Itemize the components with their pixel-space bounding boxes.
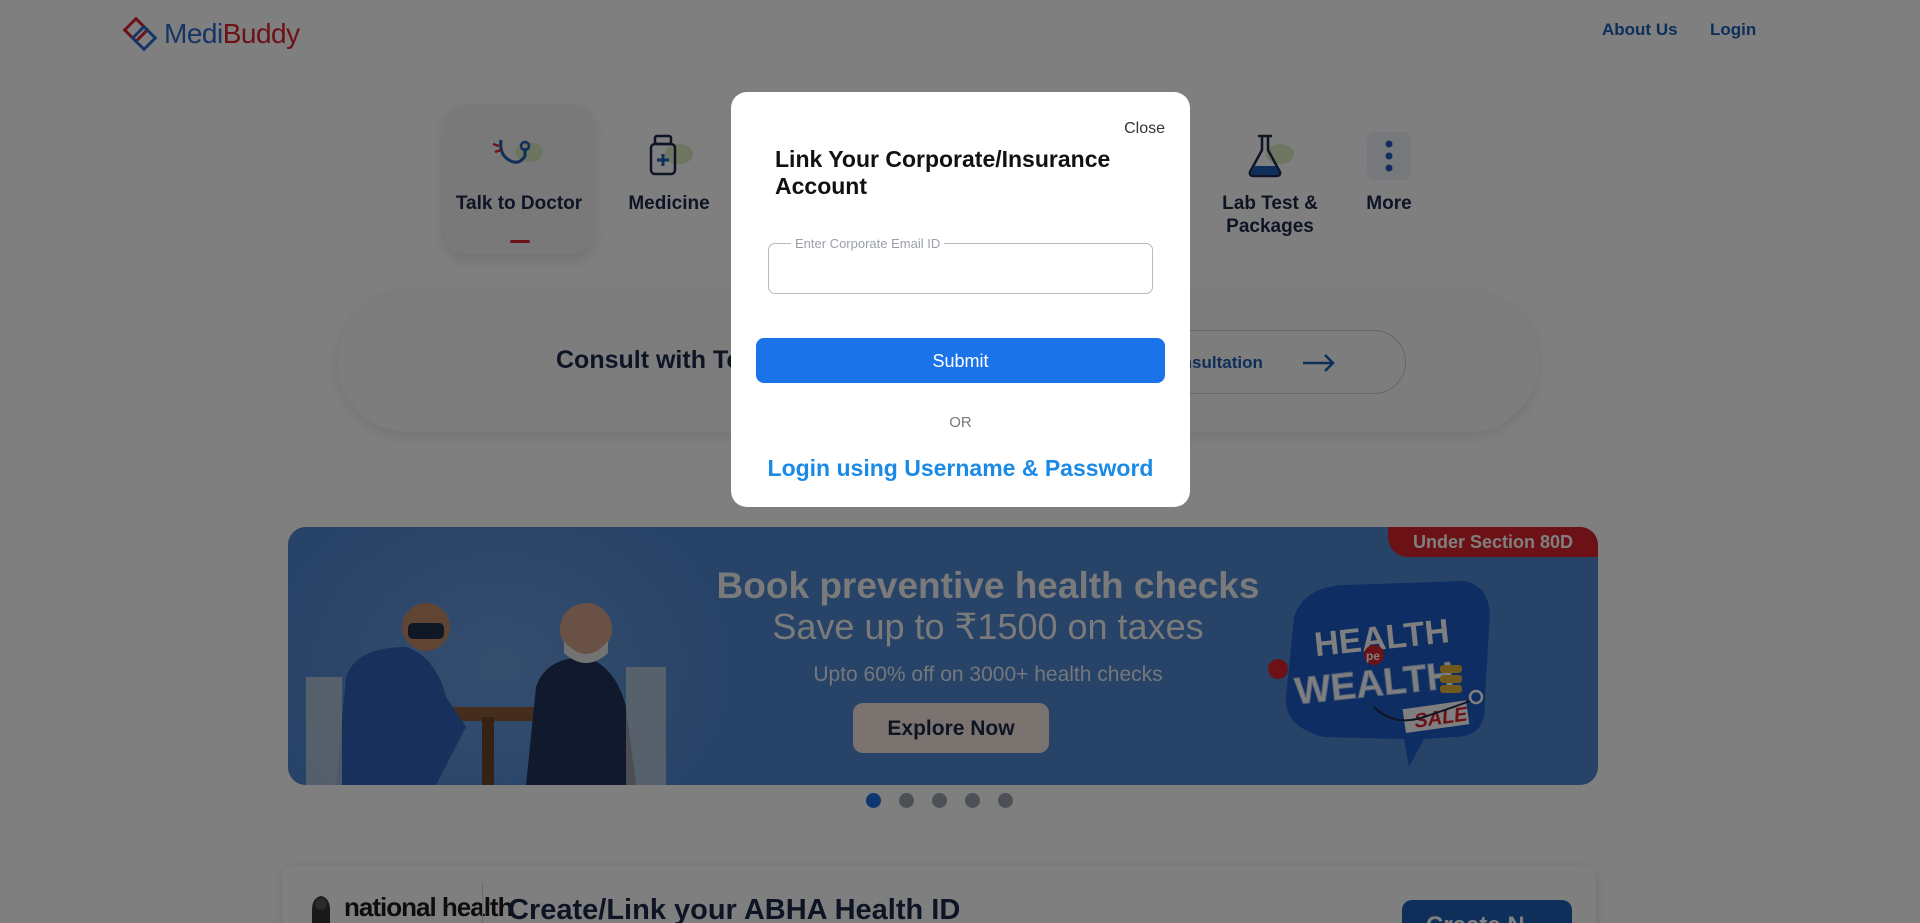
email-field[interactable]: Enter Corporate Email ID: [768, 236, 1153, 294]
or-divider-text: OR: [949, 414, 972, 431]
login-username-password-link[interactable]: Login using Username & Password: [731, 455, 1190, 482]
submit-button-label: Submit: [932, 351, 989, 371]
close-button[interactable]: Close: [1124, 120, 1165, 138]
corporate-email-input[interactable]: [781, 256, 1136, 282]
link-account-modal: Close Link Your Corporate/Insurance Acco…: [731, 92, 1190, 507]
email-field-label: Enter Corporate Email ID: [791, 236, 945, 251]
modal-title: Link Your Corporate/Insurance Account: [775, 146, 1111, 199]
submit-button[interactable]: Submit: [756, 338, 1165, 383]
